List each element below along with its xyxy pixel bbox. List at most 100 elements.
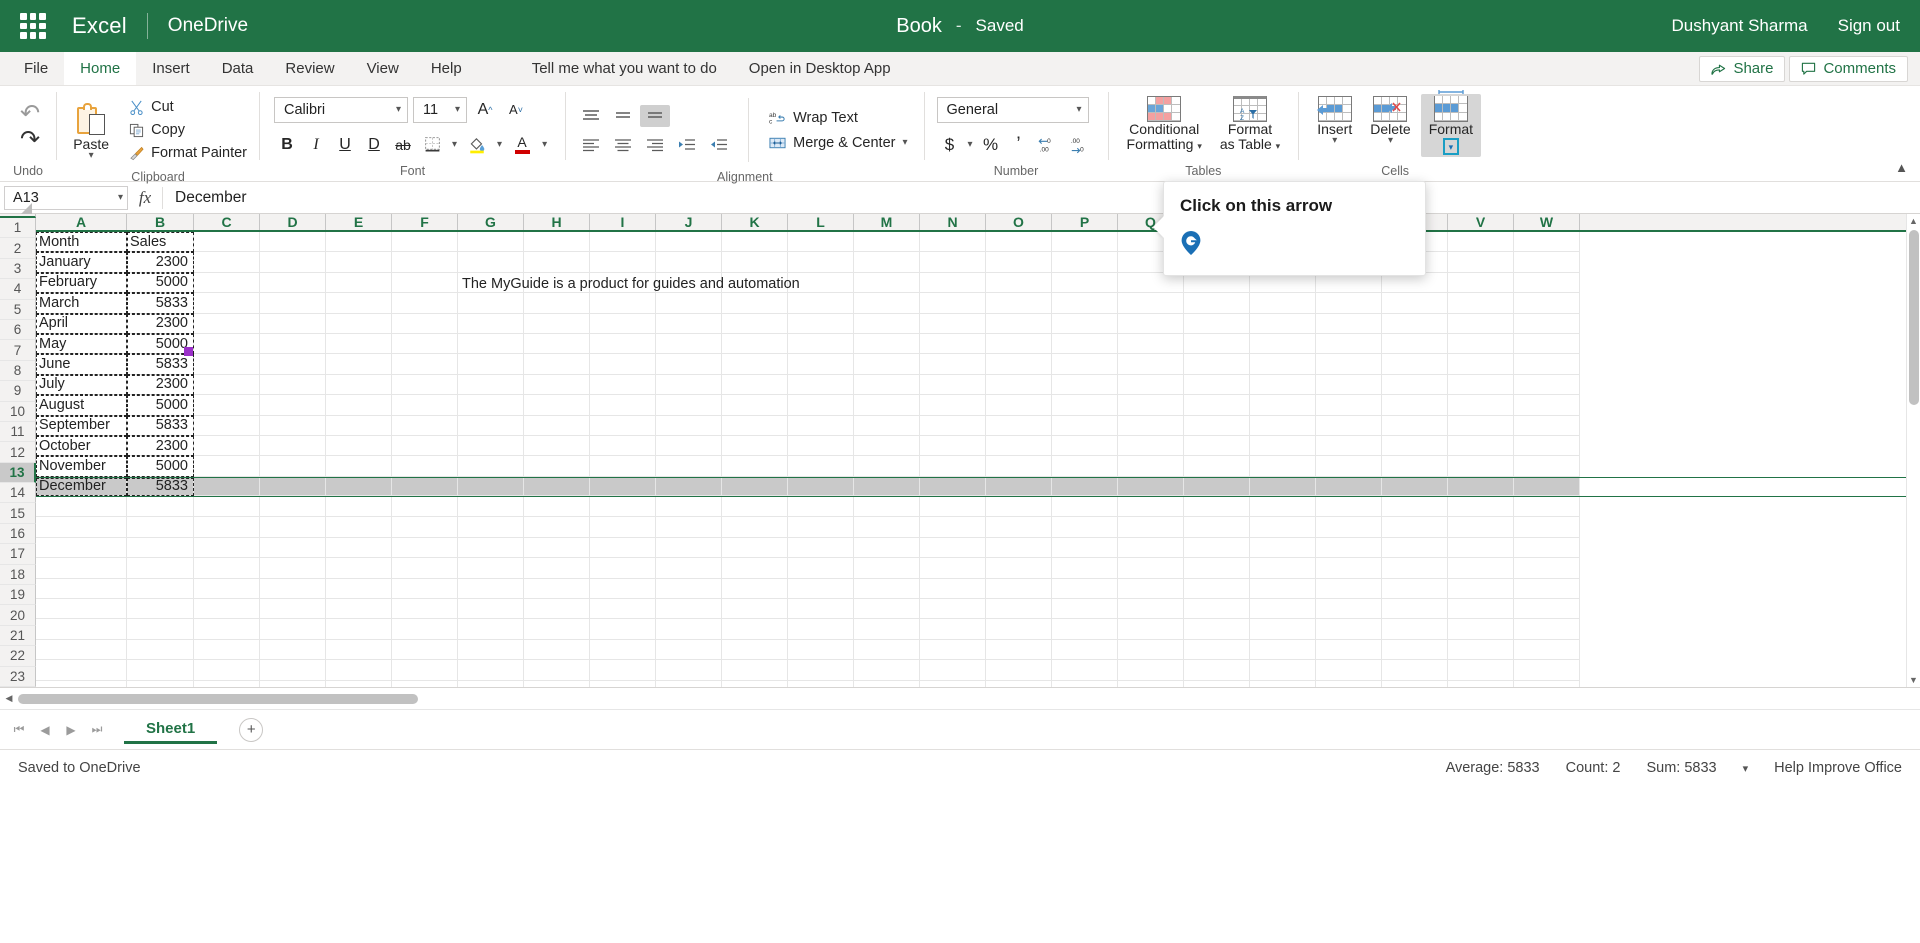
cell-G2[interactable] <box>458 252 524 273</box>
cell-L6[interactable] <box>788 333 854 355</box>
cell-R21[interactable] <box>1184 639 1250 661</box>
cell-U23[interactable] <box>1382 680 1448 687</box>
cell-O16[interactable] <box>986 537 1052 559</box>
cell-C12[interactable] <box>194 456 260 477</box>
cell-T19[interactable] <box>1316 599 1382 620</box>
cell-J22[interactable] <box>656 660 722 681</box>
cell-I13[interactable] <box>590 477 656 497</box>
cell-H5[interactable] <box>524 313 590 334</box>
cell-F20[interactable] <box>392 619 458 640</box>
cell-T5[interactable] <box>1316 313 1382 334</box>
cell-W12[interactable] <box>1514 456 1580 477</box>
cell-L2[interactable] <box>788 252 854 273</box>
chevron-down-icon[interactable]: ▾ <box>538 139 551 149</box>
cell-F19[interactable] <box>392 599 458 620</box>
cell-N23[interactable] <box>920 680 986 687</box>
cell-O19[interactable] <box>986 599 1052 620</box>
cell-V11[interactable] <box>1448 435 1514 457</box>
cell-K11[interactable] <box>722 435 788 457</box>
chevron-down-icon[interactable]: ▾ <box>1197 141 1202 151</box>
cell-M21[interactable] <box>854 639 920 661</box>
align-bottom-button[interactable] <box>640 104 671 127</box>
cell-D9[interactable] <box>260 395 326 416</box>
cell-N19[interactable] <box>920 599 986 620</box>
cell-A19[interactable] <box>36 599 127 620</box>
row-header-21[interactable]: 21 <box>0 625 36 647</box>
cell-F14[interactable] <box>392 497 458 518</box>
cell-R11[interactable] <box>1184 435 1250 457</box>
cell-L5[interactable] <box>788 313 854 334</box>
cell-I4[interactable] <box>590 293 656 314</box>
align-top-button[interactable] <box>576 105 606 127</box>
cell-G23[interactable] <box>458 680 524 687</box>
cell-V2[interactable] <box>1448 252 1514 273</box>
cell-U13[interactable] <box>1382 477 1448 497</box>
row-header-11[interactable]: 11 <box>0 421 36 443</box>
cell-C3[interactable] <box>194 272 260 294</box>
cell-G16[interactable] <box>458 537 524 559</box>
cell-B2[interactable]: 2300 <box>127 252 194 273</box>
cell-F21[interactable] <box>392 639 458 661</box>
cell-U5[interactable] <box>1382 313 1448 334</box>
cell-T21[interactable] <box>1316 639 1382 661</box>
cell-A9[interactable]: August <box>36 395 127 416</box>
cell-A17[interactable] <box>36 558 127 579</box>
cell-A13[interactable]: December <box>36 477 127 497</box>
cell-P19[interactable] <box>1052 599 1118 620</box>
cell-S16[interactable] <box>1250 537 1316 559</box>
cell-E20[interactable] <box>326 619 392 640</box>
cell-I14[interactable] <box>590 497 656 518</box>
cell-R16[interactable] <box>1184 537 1250 559</box>
cell-P17[interactable] <box>1052 558 1118 579</box>
cell-H11[interactable] <box>524 435 590 457</box>
cell-N22[interactable] <box>920 660 986 681</box>
cell-R19[interactable] <box>1184 599 1250 620</box>
tell-me-search[interactable]: Tell me what you want to do <box>514 52 735 85</box>
cell-J16[interactable] <box>656 537 722 559</box>
cell-W23[interactable] <box>1514 680 1580 687</box>
cell-L21[interactable] <box>788 639 854 661</box>
cell-O23[interactable] <box>986 680 1052 687</box>
cell-N11[interactable] <box>920 435 986 457</box>
cell-U22[interactable] <box>1382 660 1448 681</box>
cell-B7[interactable]: 5833 <box>127 354 194 375</box>
cell-E2[interactable] <box>326 252 392 273</box>
cell-I5[interactable] <box>590 313 656 334</box>
cell-Q14[interactable] <box>1118 497 1184 518</box>
cell-D17[interactable] <box>260 558 326 579</box>
cell-B23[interactable] <box>127 680 194 687</box>
format-as-table-button[interactable]: A Z Format as Table ▾ <box>1212 94 1288 156</box>
cell-K1[interactable] <box>722 232 788 253</box>
cell-B16[interactable] <box>127 537 194 559</box>
percent-format-button[interactable]: % <box>978 132 1004 158</box>
row-header-9[interactable]: 9 <box>0 381 36 402</box>
cell-I16[interactable] <box>590 537 656 559</box>
cell-L22[interactable] <box>788 660 854 681</box>
align-right-button[interactable] <box>640 134 670 156</box>
align-left-button[interactable] <box>576 134 606 156</box>
cell-M23[interactable] <box>854 680 920 687</box>
cell-T14[interactable] <box>1316 497 1382 518</box>
cell-I18[interactable] <box>590 578 656 600</box>
cell-Q9[interactable] <box>1118 395 1184 416</box>
cell-N16[interactable] <box>920 537 986 559</box>
cell-E17[interactable] <box>326 558 392 579</box>
tab-help[interactable]: Help <box>415 52 478 85</box>
decrease-indent-button[interactable] <box>672 134 702 156</box>
cell-A20[interactable] <box>36 619 127 640</box>
cell-U4[interactable] <box>1382 293 1448 314</box>
cell-G21[interactable] <box>458 639 524 661</box>
app-name[interactable]: Excel <box>72 13 127 39</box>
cell-V13[interactable] <box>1448 477 1514 497</box>
cell-M7[interactable] <box>854 354 920 375</box>
cell-F11[interactable] <box>392 435 458 457</box>
cell-P12[interactable] <box>1052 456 1118 477</box>
column-header-M[interactable]: M <box>854 214 920 230</box>
cell-K18[interactable] <box>722 578 788 600</box>
cell-H1[interactable] <box>524 232 590 253</box>
cell-L18[interactable] <box>788 578 854 600</box>
cell-I19[interactable] <box>590 599 656 620</box>
chevron-down-icon[interactable]: ▾ <box>1388 136 1393 146</box>
paste-button[interactable]: Paste ▾ <box>63 101 119 160</box>
cell-P21[interactable] <box>1052 639 1118 661</box>
